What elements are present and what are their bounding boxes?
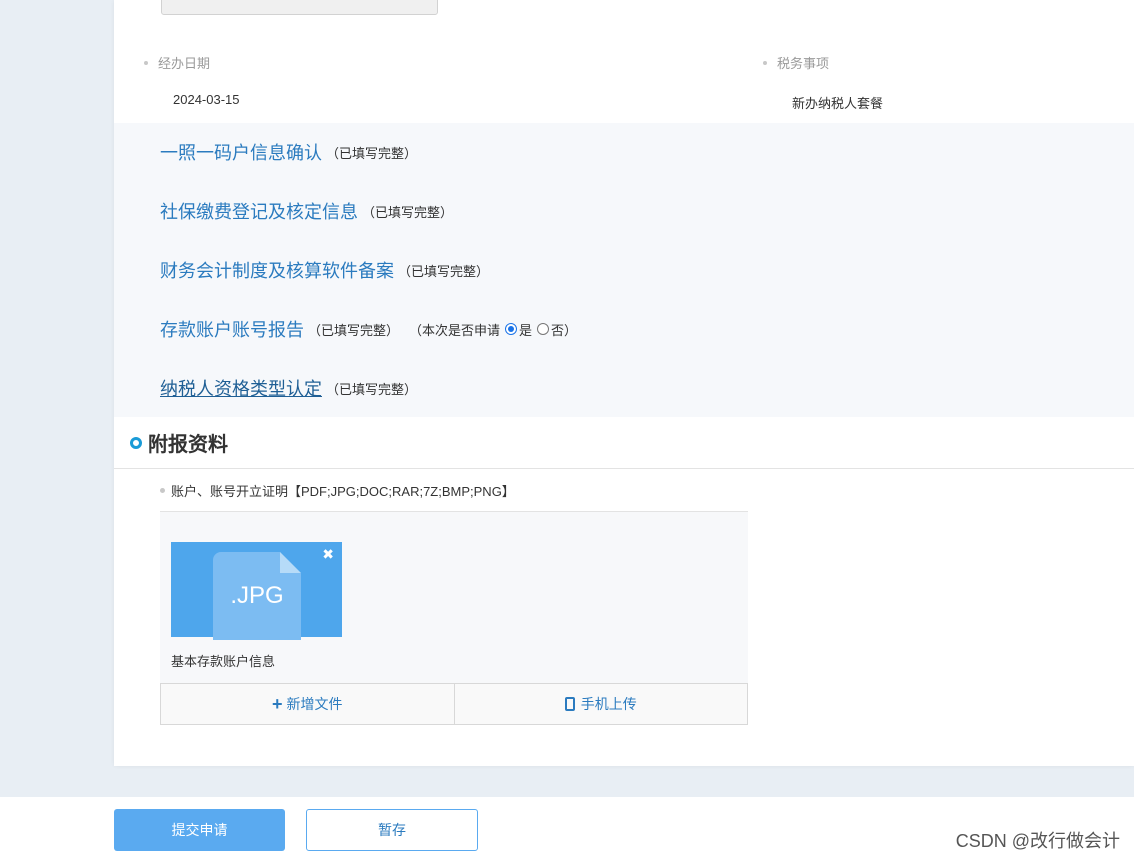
close-icon[interactable]: ✖: [322, 546, 334, 563]
bullet-icon: [160, 488, 165, 493]
step-link-taxpayer-qualification[interactable]: 纳税人资格类型认定: [160, 375, 322, 401]
step-item: 存款账户账号报告 （已填写完整） （本次是否申请 是 否）: [160, 317, 577, 341]
form-card: 经办日期 2024-03-15 税务事项 新办纳税人套餐 一照一码户信息确认 （…: [114, 0, 1134, 766]
section-title: 附报资料: [148, 434, 228, 456]
radio-no[interactable]: [537, 323, 550, 335]
watermark: CSDN @改行做会计: [955, 831, 1120, 851]
upload-panel: .JPG ✖ 基本存款账户信息 + 新增文件 手机上传: [160, 511, 748, 725]
step-link-accounting-system[interactable]: 财务会计制度及核算软件备案: [160, 257, 394, 283]
radio-no-label: 否）: [551, 322, 578, 338]
bullet-icon: [144, 60, 148, 65]
date-field-label: 经办日期: [144, 53, 210, 72]
step-list: 一照一码户信息确认 （已填写完整） 社保缴费登记及核定信息 （已填写完整） 财务…: [114, 123, 1134, 417]
step-link-business-license[interactable]: 一照一码户信息确认: [160, 139, 322, 165]
document-fold: [280, 552, 301, 573]
apply-question-label: （本次是否申请: [409, 322, 501, 338]
section-ring-icon: [130, 436, 142, 449]
plus-icon: +: [271, 693, 283, 714]
step-item: 纳税人资格类型认定 （已填写完整）: [160, 376, 417, 400]
step-link-bank-account-report[interactable]: 存款账户账号报告: [160, 316, 304, 342]
step-link-social-security[interactable]: 社保缴费登记及核定信息: [160, 198, 358, 224]
file-extension: .JPG: [230, 582, 284, 609]
step-status: （已填写完整）: [326, 381, 418, 397]
mobile-upload-label: 手机上传: [580, 696, 637, 712]
bullet-icon: [763, 60, 767, 65]
step-status: （已填写完整）: [326, 145, 418, 161]
footer-bar: 提交申请 暂存 CSDN @改行做会计: [0, 797, 1134, 858]
tax-matter-label: 税务事项: [763, 53, 829, 72]
attachments-section-header: 附报资料: [114, 417, 1134, 469]
mobile-phone-icon: [564, 697, 575, 711]
save-draft-button[interactable]: 暂存: [306, 809, 478, 851]
step-status: （已填写完整）: [398, 263, 490, 279]
submit-application-button[interactable]: 提交申请: [114, 809, 285, 851]
step-status: （已填写完整）: [362, 204, 454, 220]
apply-radio-group: （本次是否申请 是 否）: [409, 320, 577, 339]
step-item: 一照一码户信息确认 （已填写完整）: [160, 140, 417, 164]
tax-matter-value: 新办纳税人套餐: [792, 96, 884, 111]
top-input-field[interactable]: [161, 0, 438, 15]
step-item: 社保缴费登记及核定信息 （已填写完整）: [160, 199, 453, 223]
upload-buttons: + 新增文件 手机上传: [160, 683, 748, 725]
file-thumbnail[interactable]: .JPG ✖: [171, 542, 342, 640]
radio-yes[interactable]: [505, 323, 518, 335]
radio-yes-label: 是: [519, 322, 533, 338]
file-name: 基本存款账户信息: [171, 654, 276, 669]
add-file-label: 新增文件: [286, 696, 343, 712]
mobile-upload-button[interactable]: 手机上传: [454, 683, 748, 725]
step-status: （已填写完整）: [308, 322, 400, 338]
step-item: 财务会计制度及核算软件备案 （已填写完整）: [160, 258, 489, 282]
attachment-item-label: 账户、账号开立证明【PDF;JPG;DOC;RAR;7Z;BMP;PNG】: [160, 481, 515, 500]
add-file-button[interactable]: + 新增文件: [160, 683, 455, 725]
date-field-value: 2024-03-15: [173, 92, 240, 107]
